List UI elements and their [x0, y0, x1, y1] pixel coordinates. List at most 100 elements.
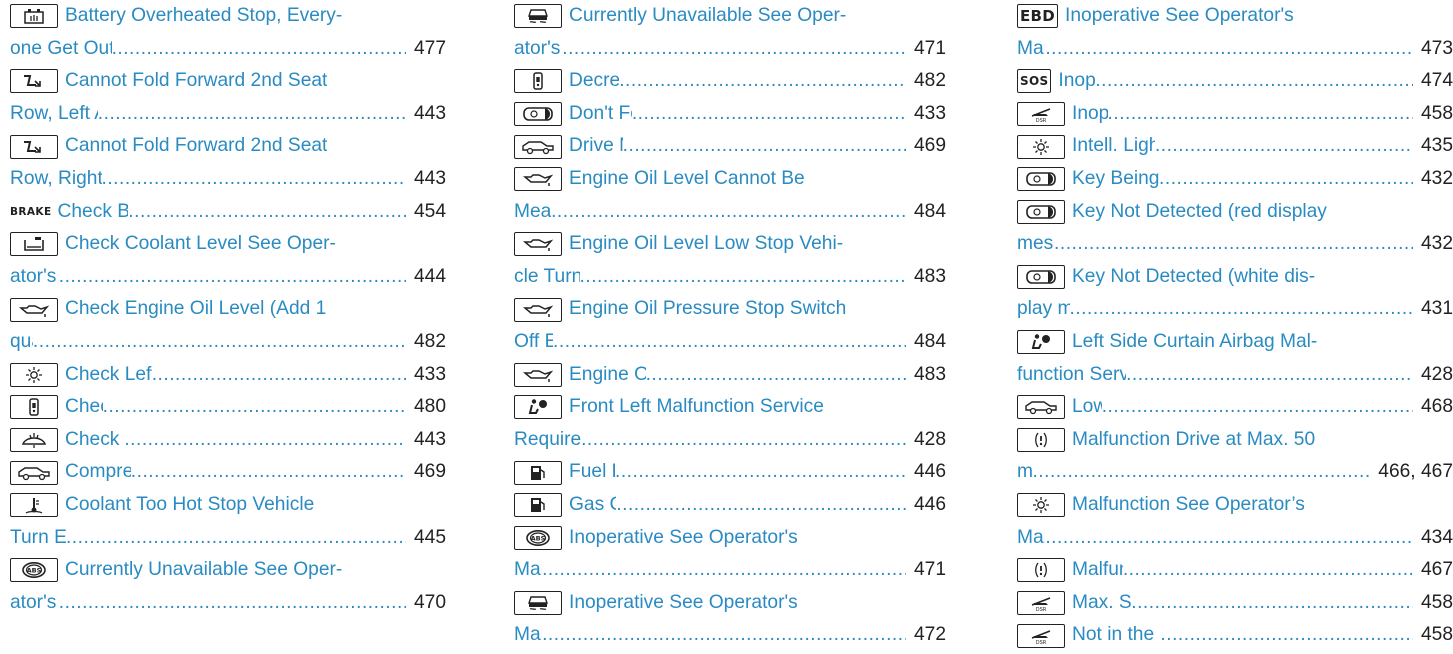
entry-title[interactable]: Decrease Speed: [569, 65, 619, 98]
entry-title[interactable]: Turn Engine Off: [10, 522, 66, 555]
entry-title[interactable]: Engine Oil Level Low Stop Vehi-: [569, 228, 843, 261]
entry-title[interactable]: Compressor Is Cooling: [65, 456, 131, 489]
index-entry[interactable]: Cannot Fold Forward 2nd SeatRow, Right A…: [10, 130, 446, 195]
entry-title[interactable]: ator's Manual: [514, 33, 562, 66]
entry-title[interactable]: Row, Left Adjust Front Seat: [10, 98, 98, 131]
entry-title[interactable]: Manual: [514, 554, 542, 587]
entry-title[interactable]: Key Being Initialized Please Wait: [1072, 163, 1159, 196]
index-entry[interactable]: Gas Cap Loose...........................…: [514, 489, 946, 522]
entry-title[interactable]: Inoperative See Operator's: [569, 522, 798, 555]
index-entry[interactable]: DSR Max. Speed 25 mph....................…: [1017, 587, 1453, 620]
index-entry[interactable]: Check Coolant Level See Oper-ator's Manu…: [10, 228, 446, 293]
entry-title[interactable]: quart): [10, 326, 33, 359]
index-entry[interactable]: Decrease Speed..........................…: [514, 65, 946, 98]
index-entry[interactable]: Drive More Slowly.......................…: [514, 130, 946, 163]
entry-title[interactable]: Manual: [1017, 33, 1045, 66]
index-entry[interactable]: EBDInoperative See Operator'sManual.....…: [1017, 0, 1453, 65]
entry-title[interactable]: ator's Manual: [10, 261, 59, 294]
entry-title[interactable]: Check Brake Fluid Level: [58, 196, 129, 229]
entry-title[interactable]: message): [1017, 228, 1054, 261]
index-entry[interactable]: Fuel Level Low..........................…: [514, 456, 946, 489]
index-entry[interactable]: Lowering................................…: [1017, 391, 1453, 424]
index-entry[interactable]: BRAKE Check Brake Fluid Level............…: [10, 196, 446, 229]
index-entry[interactable]: Key Being Initialized Please Wait.......…: [1017, 163, 1453, 196]
entry-title[interactable]: Battery Overheated Stop, Every-: [65, 0, 342, 33]
entry-title[interactable]: Check Tires: [65, 391, 103, 424]
entry-title[interactable]: Cannot Fold Forward 2nd Seat: [65, 130, 327, 163]
entry-title[interactable]: Inoperative See Operator's: [569, 587, 798, 620]
entry-title[interactable]: Don't Forget Your Key: [569, 98, 632, 131]
index-entry[interactable]: Check Washer Fluid......................…: [10, 424, 446, 457]
index-entry[interactable]: ABSInoperative See Operator'sManual.....…: [514, 522, 946, 587]
index-entry[interactable]: Coolant Too Hot Stop VehicleTurn Engine …: [10, 489, 446, 554]
index-entry[interactable]: Check Left Low Beam (example)...........…: [10, 359, 446, 392]
entry-title[interactable]: mph: [1017, 456, 1032, 489]
entry-title[interactable]: Required (example): [514, 424, 581, 457]
entry-title[interactable]: Gas Cap Loose: [569, 489, 616, 522]
entry-title[interactable]: Currently Unavailable See Oper-: [65, 554, 342, 587]
entry-title[interactable]: Key Not Detected (white dis-: [1072, 261, 1315, 294]
index-entry[interactable]: Key Not Detected (red displaymessage)...…: [1017, 196, 1453, 261]
index-entry[interactable]: Front Left Malfunction ServiceRequired (…: [514, 391, 946, 456]
index-entry[interactable]: Inoperative See Operator'sManual........…: [514, 587, 946, 652]
index-entry[interactable]: Malfunction Drive at Max. 50mph.........…: [1017, 424, 1453, 489]
index-entry[interactable]: Engine Oil Pressure Stop Switch Off Engin…: [514, 293, 946, 358]
index-entry[interactable]: Don't Forget Your Key...................…: [514, 98, 946, 131]
index-entry[interactable]: Engine Oil Level Cannot BeMeasured......…: [514, 163, 946, 228]
index-entry[interactable]: Compressor Is Cooling...................…: [10, 456, 446, 489]
entry-title[interactable]: Check Engine Oil Level (Add 1: [65, 293, 326, 326]
entry-title[interactable]: Engine Oil Level Cannot Be: [569, 163, 805, 196]
index-entry[interactable]: Currently Unavailable See Oper-ator's Ma…: [514, 0, 946, 65]
entry-title[interactable]: Inoperative See Operator's: [1065, 0, 1294, 33]
entry-title[interactable]: Drive More Slowly: [569, 130, 623, 163]
entry-title[interactable]: Inoperative: [1072, 98, 1108, 131]
entry-title[interactable]: Key Not Detected (red display: [1072, 196, 1327, 229]
entry-title[interactable]: cle Turn Engine Off: [514, 261, 580, 294]
entry-title[interactable]: Malfunction See Operator’s: [1072, 489, 1305, 522]
index-entry[interactable]: Check Engine Oil Level (Add 1quart).....…: [10, 293, 446, 358]
index-entry[interactable]: DSR Not in the Current Drive Program.....…: [1017, 619, 1453, 652]
entry-title[interactable]: one Get Out Outdoors if Possible: [10, 33, 112, 66]
index-entry[interactable]: Check Tires.............................…: [10, 391, 446, 424]
entry-title[interactable]: Manual: [1017, 522, 1045, 555]
entry-title[interactable]: Off Engine: [514, 326, 553, 359]
index-entry-line: Required (example)......................…: [514, 424, 946, 457]
entry-title[interactable]: play message): [1017, 293, 1070, 326]
entry-title[interactable]: Left Side Curtain Airbag Mal-: [1072, 326, 1317, 359]
entry-title[interactable]: Check Coolant Level See Oper-: [65, 228, 336, 261]
entry-title[interactable]: Engine Oil Reduce Oil Level: [569, 359, 646, 392]
entry-title[interactable]: Front Left Malfunction Service: [569, 391, 824, 424]
index-entry[interactable]: Battery Overheated Stop, Every-one Get O…: [10, 0, 446, 65]
index-entry[interactable]: ABS Currently Unavailable See Oper-ator's…: [10, 554, 446, 619]
index-entry[interactable]: Cannot Fold Forward 2nd SeatRow, Left Ad…: [10, 65, 446, 130]
entry-title[interactable]: Engine Oil Pressure Stop Switch: [569, 293, 846, 326]
index-entry[interactable]: Left Side Curtain Airbag Mal-function Se…: [1017, 326, 1453, 391]
index-entry[interactable]: Malfunction See Operator’sManual........…: [1017, 489, 1453, 554]
entry-title[interactable]: Coolant Too Hot Stop Vehicle: [65, 489, 314, 522]
page-number: 482: [413, 330, 446, 352]
entry-title[interactable]: ator's Manual: [10, 587, 59, 620]
entry-title[interactable]: Max. Speed 25 mph: [1072, 587, 1131, 620]
entry-title[interactable]: Inoperative: [1058, 65, 1095, 98]
entry-title[interactable]: Lowering: [1072, 391, 1102, 424]
entry-title[interactable]: Check Left Low Beam (example): [65, 359, 152, 392]
entry-title[interactable]: Manual: [514, 619, 542, 652]
entry-title[interactable]: Check Washer Fluid: [65, 424, 124, 457]
entry-title[interactable]: function Service Required (example): [1017, 359, 1126, 392]
entry-title[interactable]: Measured: [514, 196, 551, 229]
index-entry[interactable]: Engine Oil Level Low Stop Vehi-cle Turn …: [514, 228, 946, 293]
entry-title[interactable]: Not in the Current Drive Program.: [1072, 619, 1160, 652]
index-entry[interactable]: Malfunction Stop........................…: [1017, 554, 1453, 587]
index-entry[interactable]: DSR Inoperative..........................…: [1017, 98, 1453, 131]
index-entry[interactable]: Engine Oil Reduce Oil Level.............…: [514, 359, 946, 392]
entry-title[interactable]: Malfunction Drive at Max. 50: [1072, 424, 1315, 457]
entry-title[interactable]: Row, Right Adjust Front Seat: [10, 163, 102, 196]
entry-title[interactable]: Intell. Light System Inoperative: [1072, 130, 1155, 163]
entry-title[interactable]: Malfunction Stop: [1072, 554, 1123, 587]
entry-title[interactable]: Currently Unavailable See Oper-: [569, 0, 846, 33]
entry-title[interactable]: Fuel Level Low: [569, 456, 615, 489]
index-entry[interactable]: SOSInoperative..........................…: [1017, 65, 1453, 98]
index-entry[interactable]: Key Not Detected (white dis-play message…: [1017, 261, 1453, 326]
entry-title[interactable]: Cannot Fold Forward 2nd Seat: [65, 65, 327, 98]
index-entry[interactable]: Intell. Light System Inoperative........…: [1017, 130, 1453, 163]
